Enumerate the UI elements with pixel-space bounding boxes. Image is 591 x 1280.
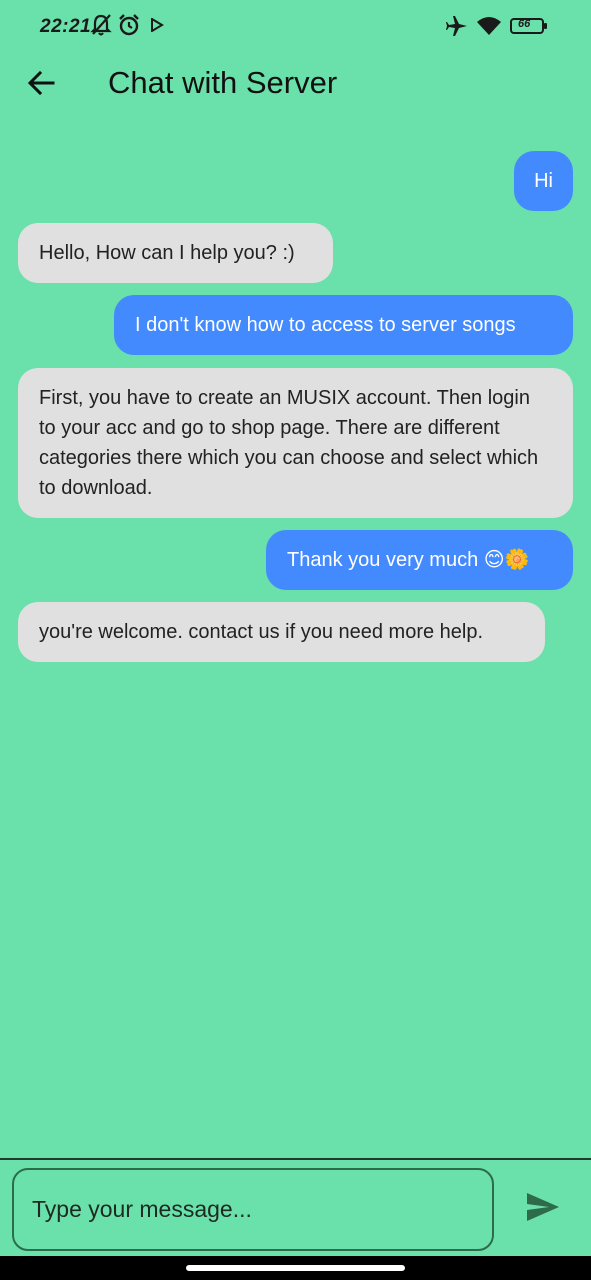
message-bubble-server: First, you have to create an MUSIX accou… bbox=[18, 368, 573, 518]
send-icon bbox=[525, 1191, 561, 1228]
message-bubble-server: you're welcome. contact us if you need m… bbox=[18, 602, 545, 662]
message-bubble-user: I don't know how to access to server son… bbox=[114, 295, 573, 355]
send-button[interactable] bbox=[518, 1186, 568, 1232]
message-input[interactable] bbox=[12, 1168, 494, 1251]
home-indicator[interactable] bbox=[186, 1265, 405, 1271]
system-nav-bar bbox=[0, 1256, 591, 1280]
status-time: 22:21 bbox=[40, 16, 92, 37]
status-bar: 22:21 66 bbox=[0, 0, 591, 52]
message-bubble-user: Thank you very much 😊🌼 bbox=[266, 530, 573, 590]
arrow-left-icon bbox=[27, 69, 55, 102]
page-title: Chat with Server bbox=[108, 65, 338, 100]
message-bubble-user: Hi bbox=[514, 151, 573, 211]
alarm-icon bbox=[117, 13, 141, 42]
bell-off-icon bbox=[90, 13, 112, 42]
message-bubble-server: Hello, How can I help you? :) bbox=[18, 223, 333, 283]
battery-icon: 66 bbox=[510, 17, 548, 40]
app-bar: Chat with Server bbox=[0, 52, 591, 116]
wifi-icon bbox=[476, 15, 502, 42]
back-button[interactable] bbox=[18, 62, 64, 108]
battery-level: 66 bbox=[518, 18, 531, 30]
composer-bar bbox=[0, 1158, 591, 1256]
airplane-icon bbox=[445, 14, 469, 43]
play-icon bbox=[150, 17, 164, 37]
